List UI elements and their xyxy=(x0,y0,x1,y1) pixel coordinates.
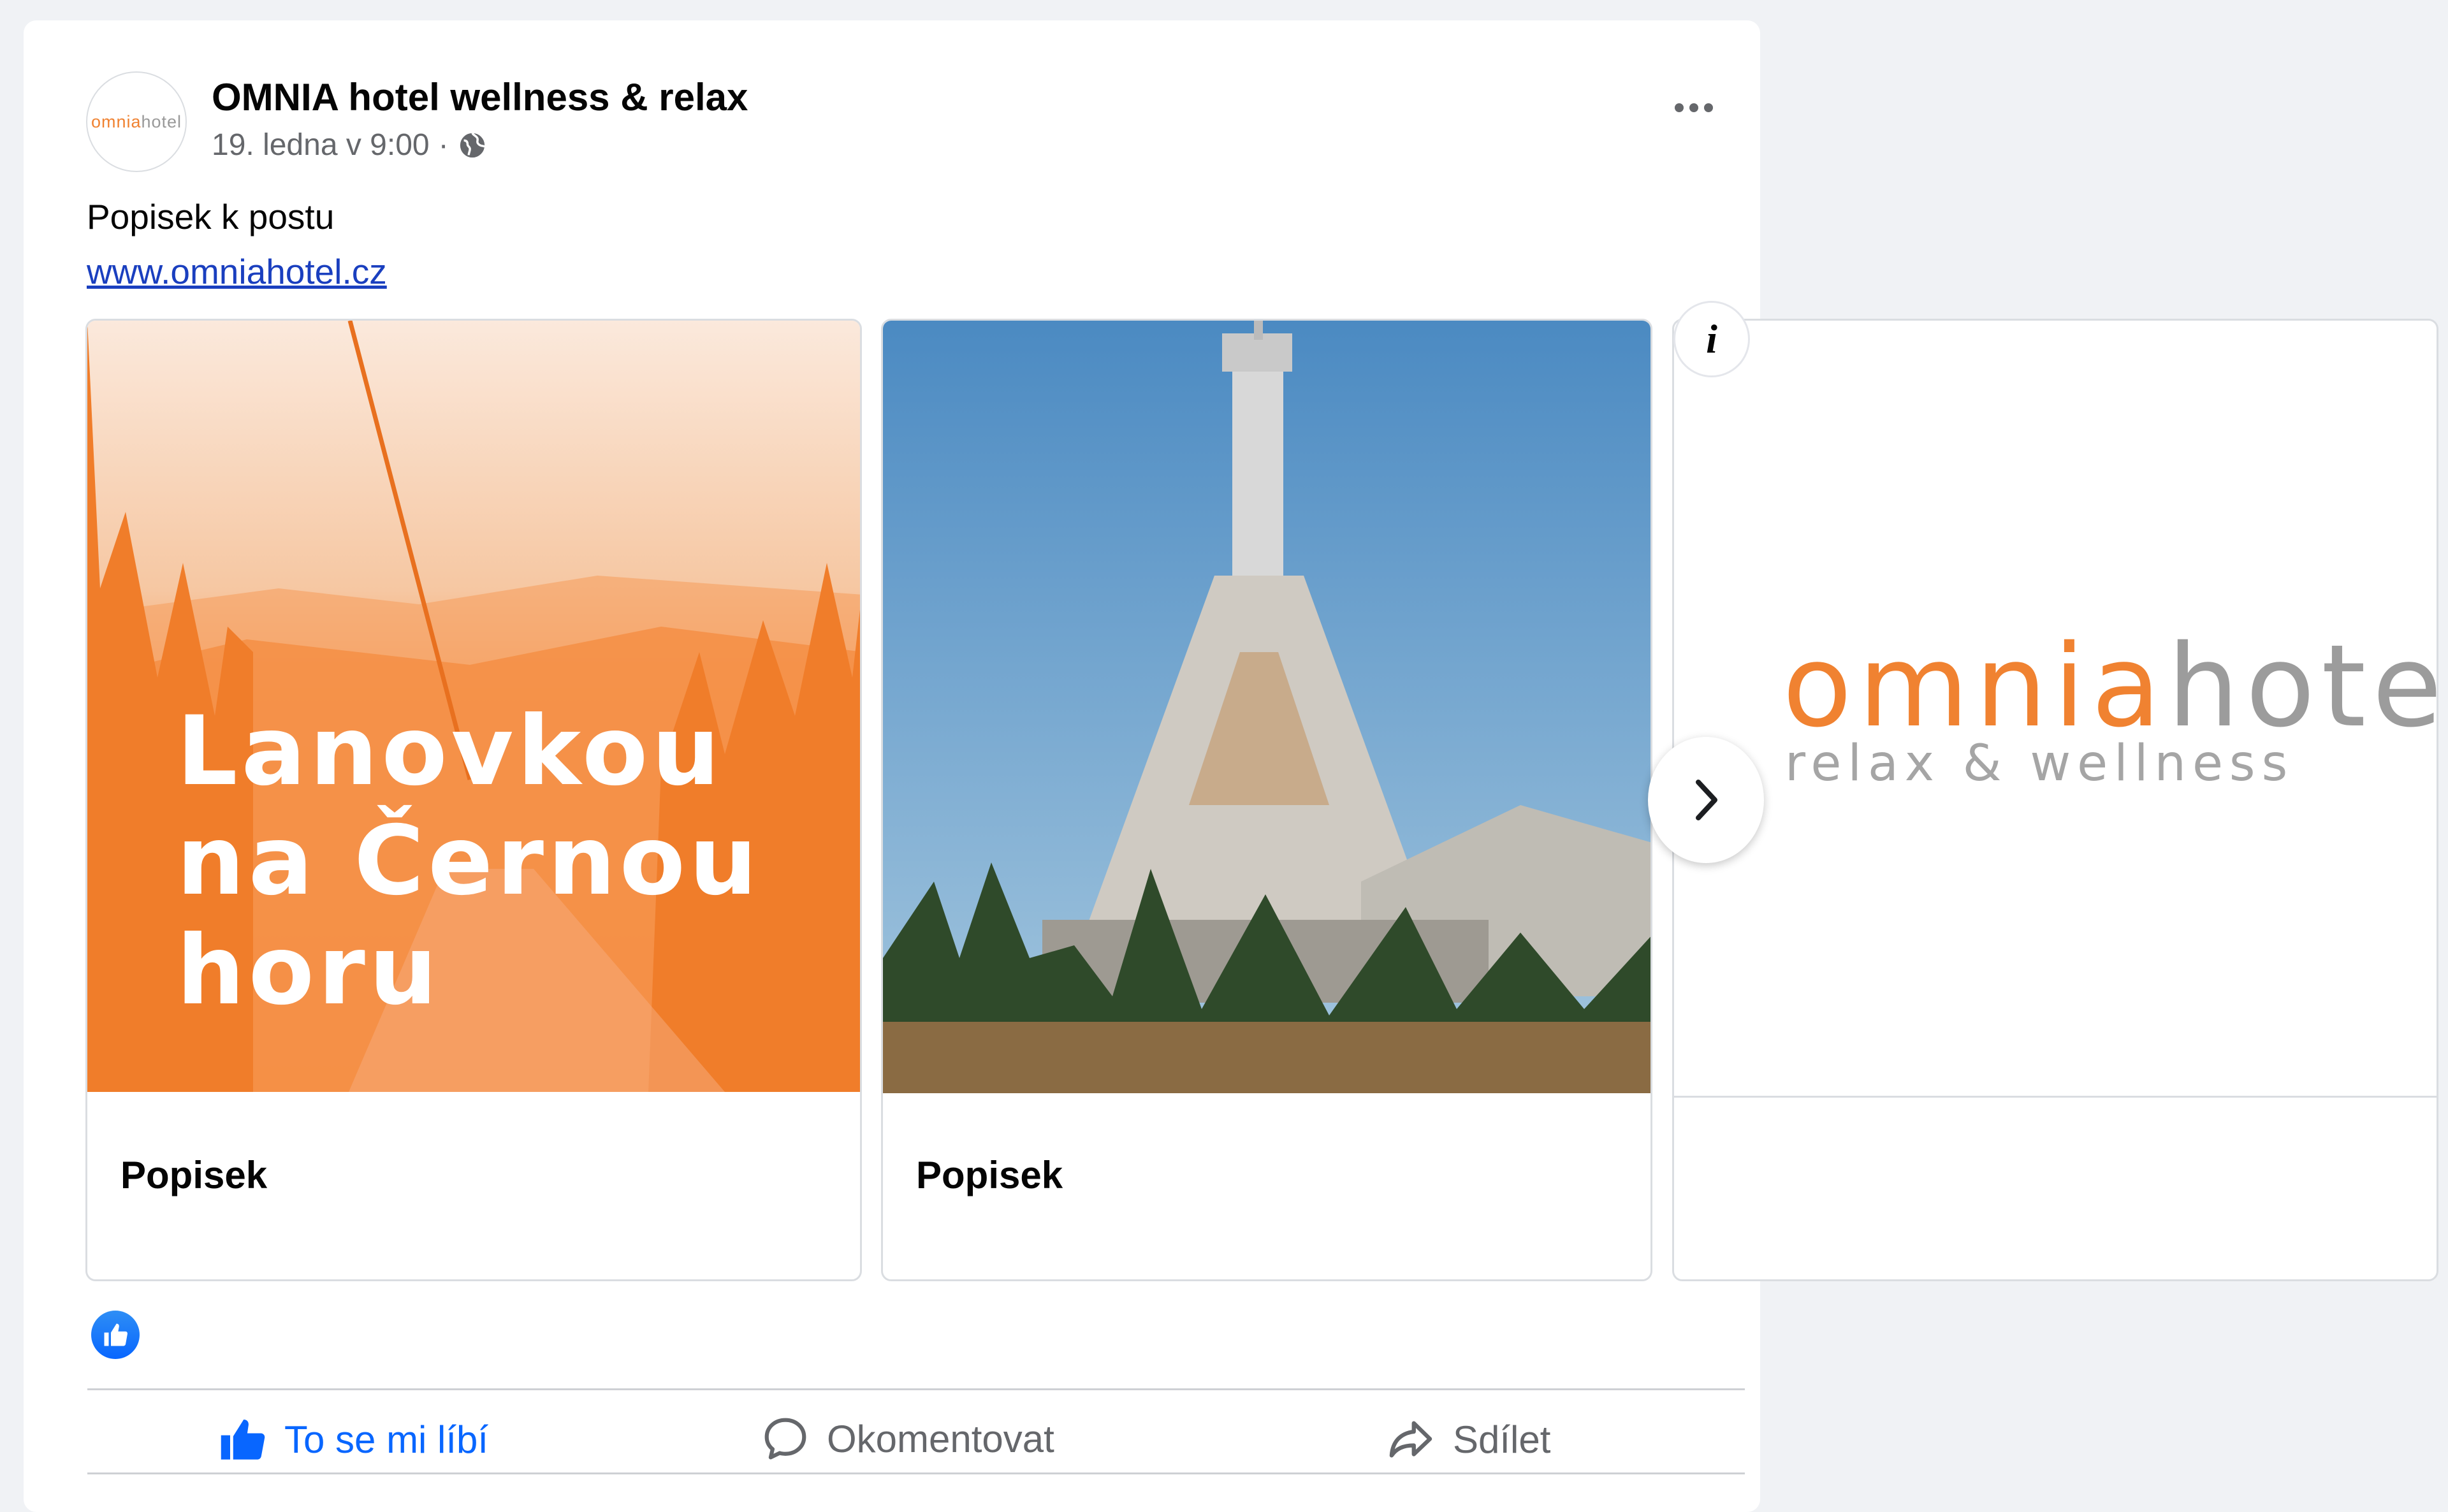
comment-label: Okomentovat xyxy=(827,1417,1054,1460)
card-3-image: omniahotel relax & wellness xyxy=(1674,321,2437,1098)
like-label: To se mi líbí xyxy=(284,1418,489,1461)
post-meta: 19. ledna v 9:00 · xyxy=(212,127,487,163)
chevron-right-icon[interactable] xyxy=(1648,737,1764,863)
card-1-overlay-text: Lanovkou na Černou horu xyxy=(177,697,761,1026)
comment-button[interactable]: Okomentovat xyxy=(762,1415,1054,1462)
like-button[interactable]: To se mi líbí xyxy=(218,1415,488,1464)
brand-logo-text: omniahotel xyxy=(1782,620,2437,752)
card-2-label: Popisek xyxy=(916,1154,1063,1196)
comment-icon xyxy=(764,1418,806,1460)
carousel-card-1[interactable]: Lanovkou na Černou horu Popisek xyxy=(85,319,862,1281)
post-timestamp[interactable]: 19. ledna v 9:00 xyxy=(212,127,430,163)
more-options-icon[interactable] xyxy=(1675,103,1713,112)
carousel-card-2[interactable]: Popisek xyxy=(881,319,1652,1281)
overlay-line-2: na Černou xyxy=(177,806,761,917)
info-icon[interactable]: i xyxy=(1673,301,1750,377)
avatar-logo-part2: hotel xyxy=(141,112,182,131)
globe-icon[interactable] xyxy=(458,131,487,160)
brand-part1: omnia xyxy=(1782,620,2168,752)
carousel-card-3[interactable]: omniahotel relax & wellness xyxy=(1672,319,2438,1281)
share-button[interactable]: Sdílet xyxy=(1387,1415,1550,1464)
page-name[interactable]: OMNIA hotel wellness & relax xyxy=(212,75,748,119)
post-card: omniahotel OMNIA hotel wellness & relax … xyxy=(24,20,2438,1512)
page-avatar[interactable]: omniahotel xyxy=(86,71,187,172)
avatar-logo-part1: omnia xyxy=(91,112,142,131)
overlay-line-1: Lanovkou xyxy=(177,696,724,807)
meta-separator: · xyxy=(438,128,449,162)
brand-part2: hotel xyxy=(2167,620,2437,752)
card-2-image xyxy=(883,321,1650,1093)
share-icon xyxy=(1389,1421,1432,1458)
avatar-logo: omniahotel xyxy=(91,112,182,132)
post-link[interactable]: www.omniahotel.cz xyxy=(87,251,387,292)
overlay-line-3: horu xyxy=(177,915,441,1026)
thumbs-up-icon xyxy=(221,1419,265,1460)
brand-subtitle: relax & wellness xyxy=(1785,735,2294,792)
action-bar-bottom-divider xyxy=(87,1472,1745,1474)
card-1-label: Popisek xyxy=(120,1154,268,1196)
post-caption: Popisek k postu xyxy=(87,197,335,236)
action-bar-top-divider xyxy=(87,1388,1745,1390)
share-label: Sdílet xyxy=(1453,1418,1551,1461)
like-reaction-icon[interactable] xyxy=(91,1311,140,1359)
